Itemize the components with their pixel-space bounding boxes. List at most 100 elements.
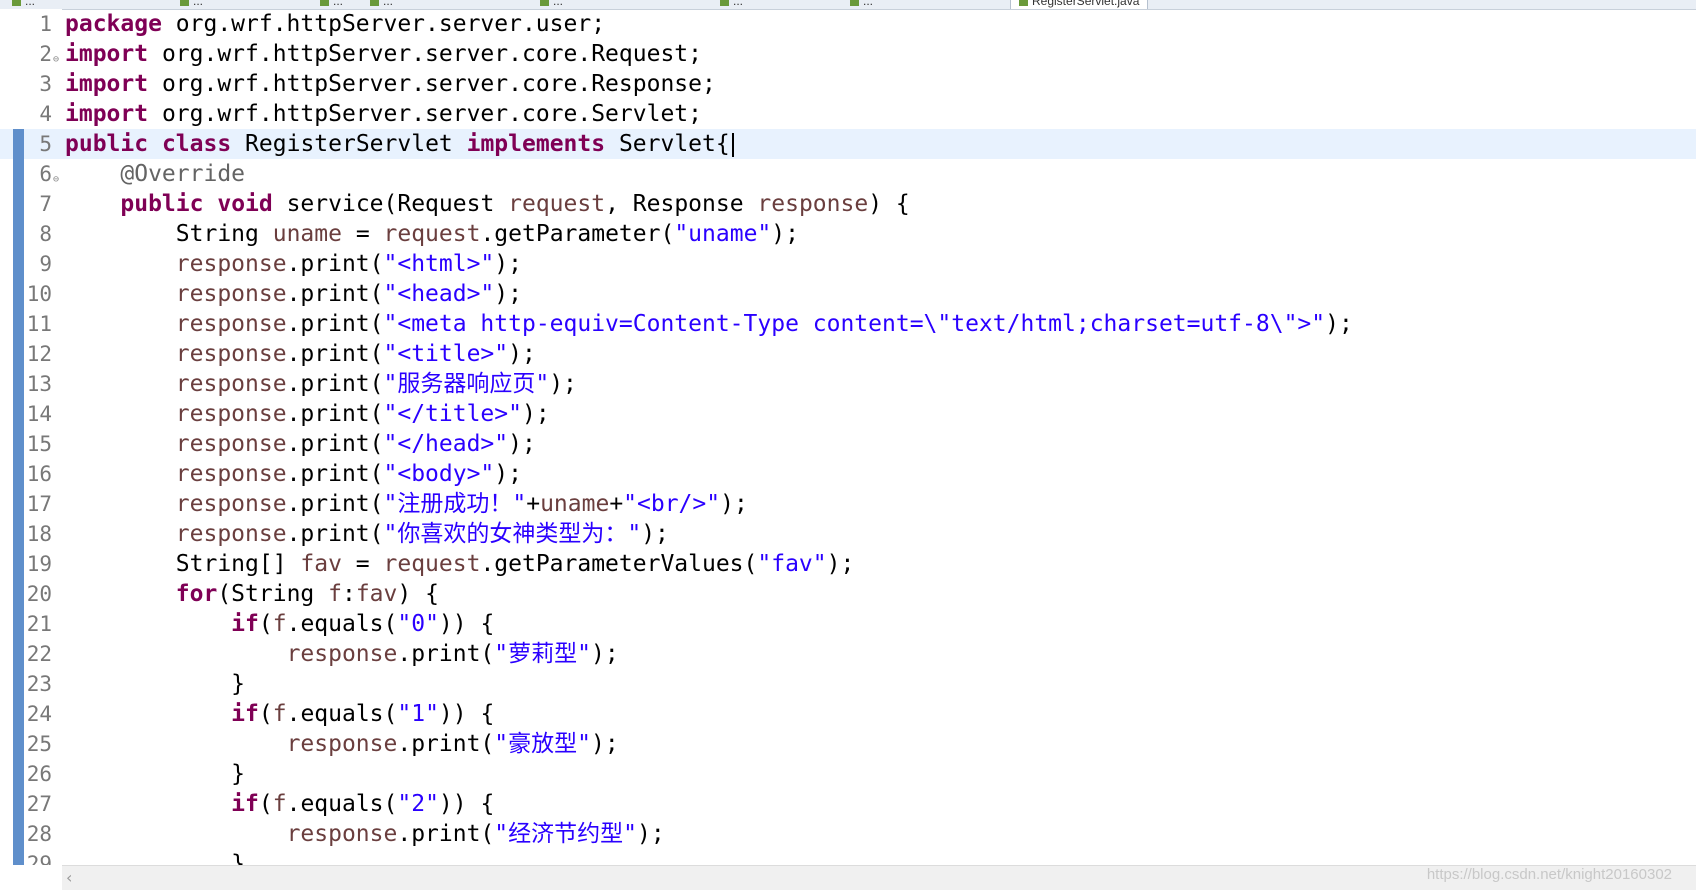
editor-tab-5[interactable]: ... [720,0,743,9]
code-token: "<head>" [383,281,495,307]
code-line[interactable]: 17 response.print("注册成功！"+uname+"<br/>")… [0,489,1696,519]
code-line[interactable]: 11 response.print("<meta http-equiv=Cont… [0,309,1696,339]
code-token: .getParameterValues( [480,551,758,577]
code-line[interactable]: 2 ⊖ import org.wrf.httpServer.server.core.… [0,39,1696,69]
code-line[interactable]: 14 response.print("</title>"); [0,399,1696,429]
code-token: "<br/>" [623,491,721,517]
editor-tab-0[interactable]: ... [12,0,35,9]
code-line[interactable]: 25 response.print("豪放型"); [0,729,1696,759]
editor-tab-label: ... [333,0,344,8]
change-marker [13,519,24,549]
code-token: f [272,701,287,727]
change-marker [13,279,24,309]
editor-tab-2[interactable]: ... [320,0,343,9]
code-line[interactable]: 23 } [0,669,1696,699]
code-line[interactable]: 20 for(String f:fav) { [0,579,1696,609]
line-number: 28 [26,822,52,846]
editor-tab-6[interactable]: ... [850,0,873,9]
change-marker [13,729,24,759]
code-line[interactable]: 27 if(f.equals("2")) { [0,789,1696,819]
change-marker [13,219,24,249]
code-token: .print( [286,341,384,367]
code-token: ) { [868,191,910,217]
line-number: 18 [26,522,52,546]
code-token: "0" [397,611,439,637]
code-token: "注册成功！" [383,491,527,517]
code-text: response.print("<head>"); [65,279,522,309]
code-token: request [508,191,606,217]
code-token: "萝莉型" [494,641,591,667]
code-line[interactable]: 12 response.print("<title>"); [0,339,1696,369]
code-token: package [65,11,162,37]
code-token: ( [258,701,273,727]
code-token: ); [636,821,665,847]
code-token: ); [508,431,536,457]
code-line[interactable]: 8 String uname = request.getParameter("u… [0,219,1696,249]
code-line[interactable]: 13 response.print("服务器响应页"); [0,369,1696,399]
code-line[interactable]: 21 if(f.equals("0")) { [0,609,1696,639]
code-token: ); [590,731,619,757]
code-token: .print( [286,401,384,427]
code-token: .getParameter( [480,221,675,247]
code-token: )) { [438,791,495,817]
code-token: response [757,191,869,217]
code-token: RegisterServlet [231,131,467,157]
editor-tab-label: ... [193,0,204,8]
change-marker [13,789,24,819]
editor-tab-3[interactable]: ... [370,0,393,9]
code-token: ); [1325,311,1353,337]
code-token: .print( [286,371,384,397]
change-marker [13,759,24,789]
code-line[interactable]: 19 String[] fav = request.getParameterVa… [0,549,1696,579]
code-line[interactable]: 22 response.print("萝莉型"); [0,639,1696,669]
code-text: response.print("你喜欢的女神类型为："); [65,519,669,549]
code-line[interactable]: 6 ⊖ @Override [0,159,1696,189]
code-token: response [286,731,398,757]
code-line[interactable]: 4 import org.wrf.httpServer.server.core.S… [0,99,1696,129]
code-token: ); [549,371,577,397]
editor-tab-7[interactable]: RegisterServlet.java [1010,0,1149,9]
editor-tab-label: ... [863,0,874,8]
code-line[interactable]: 18 response.print("你喜欢的女神类型为："); [0,519,1696,549]
code-line[interactable]: 26 } [0,759,1696,789]
change-marker [13,699,24,729]
code-token: + [526,491,541,517]
change-marker [13,579,24,609]
code-text: String[] fav = request.getParameterValue… [65,549,855,579]
code-editor[interactable]: 1 package org.wrf.httpServer.server.user;… [0,9,1696,865]
code-line[interactable]: 9 response.print("<html>"); [0,249,1696,279]
code-token: fav [355,581,398,607]
code-text: response.print("豪放型"); [65,729,619,759]
code-line[interactable]: 1 package org.wrf.httpServer.server.user; [0,9,1696,39]
change-marker [13,819,24,849]
change-marker [13,339,24,369]
code-token: .print( [397,821,495,847]
code-text: public class RegisterServlet implements … [65,129,734,159]
code-token: ); [521,401,550,427]
editor-tab-4[interactable]: ... [540,0,563,9]
line-number: 3 [39,72,52,96]
chevron-left-icon[interactable]: ‹ [66,868,72,887]
code-line[interactable]: 15 response.print("</head>"); [0,429,1696,459]
line-number: 25 [26,732,52,756]
code-text: if(f.equals("2")) { [65,789,494,819]
editor-tab-1[interactable]: ... [180,0,203,9]
code-line[interactable]: 24 if(f.equals("1")) { [0,699,1696,729]
code-token: for [175,581,218,607]
change-marker [13,849,24,865]
code-line[interactable]: 7 public void service(Request request, R… [0,189,1696,219]
code-text: package org.wrf.httpServer.server.user; [65,9,605,39]
code-line[interactable]: 29 } [0,849,1696,865]
code-line[interactable]: 28 response.print("经济节约型"); [0,819,1696,849]
line-number: 15 [26,432,52,456]
code-line[interactable]: 3 import org.wrf.httpServer.server.core.R… [0,69,1696,99]
code-token: String[] [65,551,301,577]
code-line[interactable]: 5 public class RegisterServlet implements… [0,129,1696,159]
code-line[interactable]: 10 response.print("<head>"); [0,279,1696,309]
code-line[interactable]: 16 response.print("<body>"); [0,459,1696,489]
